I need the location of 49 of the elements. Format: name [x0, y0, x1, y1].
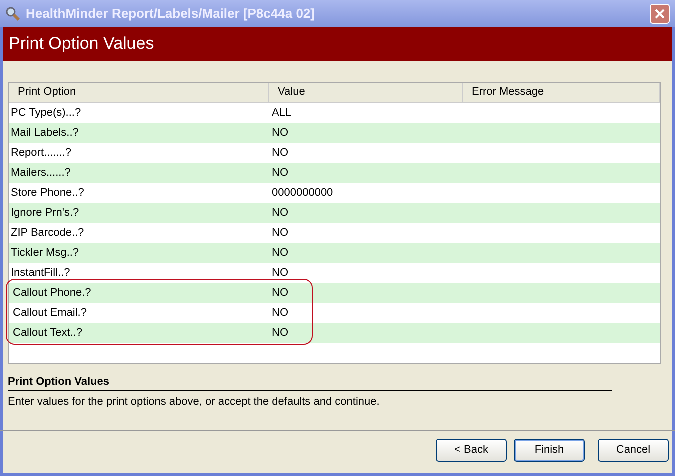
value-cell: 0000000000: [272, 187, 334, 199]
option-cell: Callout Text..?: [13, 327, 83, 339]
option-cell: Report.......?: [11, 147, 72, 159]
option-cell: Store Phone..?: [11, 187, 84, 199]
table-row[interactable]: ZIP Barcode..? NO: [9, 223, 660, 243]
header-title: Print Option Values: [9, 34, 154, 54]
close-button[interactable]: [650, 4, 670, 24]
table-row[interactable]: PC Type(s)...? ALL: [9, 103, 660, 123]
magnifier-icon: [5, 6, 21, 22]
option-cell: Ignore Prn's.?: [11, 207, 80, 219]
option-cell: InstantFill..?: [11, 267, 70, 279]
value-cell: NO: [272, 267, 288, 279]
value-cell: NO: [272, 327, 288, 339]
option-cell: Mail Labels..?: [11, 127, 79, 139]
value-cell: NO: [272, 127, 288, 139]
help-text: Enter values for the print options above, or accept the defaults and continue.: [8, 396, 381, 408]
option-cell: Callout Email.?: [13, 307, 87, 319]
table-row[interactable]: Tickler Msg..? NO: [9, 243, 660, 263]
value-cell: ALL: [272, 107, 292, 119]
value-cell: NO: [272, 287, 288, 299]
dialog-button[interactable]: Cancel: [598, 438, 669, 462]
table-row[interactable]: Mailers......? NO: [9, 163, 660, 183]
dialog-button[interactable]: Finish: [514, 438, 585, 462]
option-cell: Callout Phone.?: [13, 287, 92, 299]
table-row[interactable]: Report.......? NO: [9, 143, 660, 163]
column-header[interactable]: Print Option: [9, 83, 269, 102]
window-title: HealthMinder Report/Labels/Mailer [P8c44a 02]: [26, 6, 316, 21]
table-row[interactable]: Store Phone..? 0000000000: [9, 183, 660, 203]
table-row[interactable]: Ignore Prn's.? NO: [9, 203, 660, 223]
table-row[interactable]: Callout Email.? NO: [9, 303, 660, 323]
value-cell: NO: [272, 307, 288, 319]
option-cell: ZIP Barcode..?: [11, 227, 84, 239]
help-title: Print Option Values: [8, 376, 612, 391]
value-cell: NO: [272, 227, 288, 239]
option-cell: Tickler Msg..?: [11, 247, 80, 259]
value-cell: NO: [272, 207, 288, 219]
table-row[interactable]: Mail Labels..? NO: [9, 123, 660, 143]
column-header[interactable]: Value: [269, 83, 463, 102]
value-cell: NO: [272, 247, 288, 259]
table-row[interactable]: Callout Text..? NO: [9, 323, 660, 343]
table-row[interactable]: InstantFill..? NO: [9, 263, 660, 283]
dialog-button[interactable]: < Back: [436, 438, 507, 462]
value-cell: NO: [272, 147, 288, 159]
option-cell: Mailers......?: [11, 167, 71, 179]
close-icon: [655, 8, 665, 18]
column-header[interactable]: Error Message: [463, 83, 660, 102]
table-row[interactable]: Callout Phone.? NO: [9, 283, 660, 303]
value-cell: NO: [272, 167, 288, 179]
option-cell: PC Type(s)...?: [11, 107, 82, 119]
